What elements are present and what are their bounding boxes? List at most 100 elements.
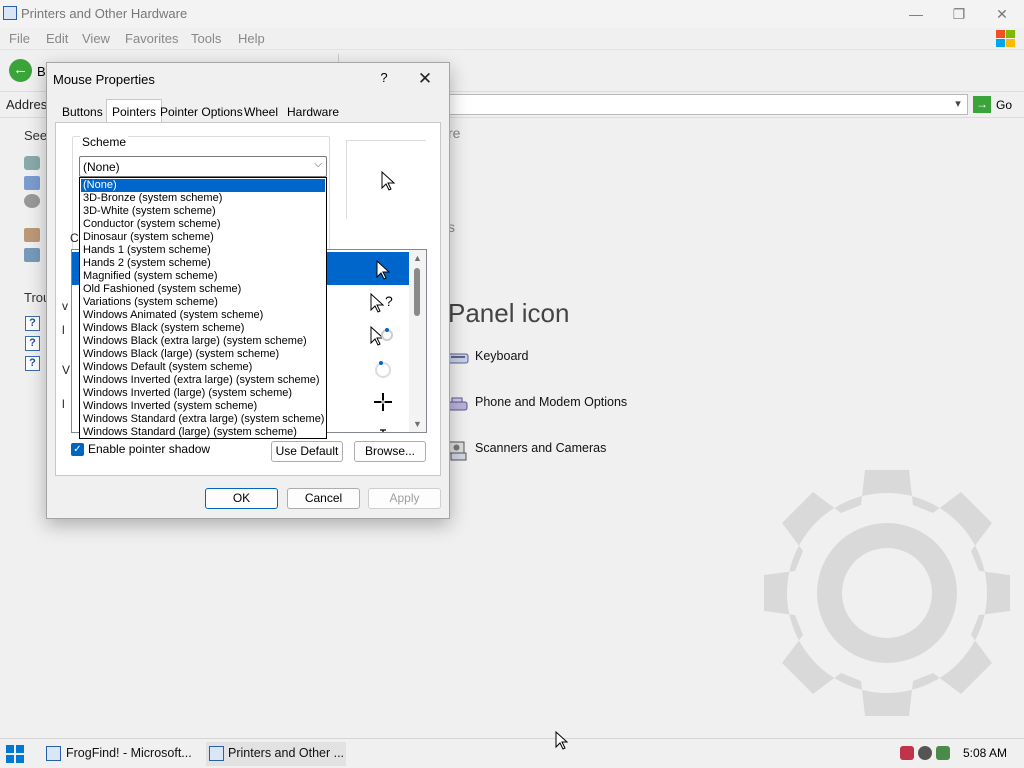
menu-favorites[interactable]: Favorites — [125, 31, 178, 46]
list-label-fragment: v — [62, 299, 68, 313]
system-icon[interactable] — [24, 228, 40, 242]
phone-modem-item[interactable]: Phone and Modem Options — [447, 390, 647, 418]
taskbar-item-label: Printers and Other ... — [228, 746, 345, 760]
go-button[interactable]: Go — [996, 98, 1012, 112]
phone-modem-icon — [447, 394, 469, 412]
scheme-select[interactable]: (None) ⌵ — [79, 156, 327, 177]
keyboard-item[interactable]: Keyboard — [447, 344, 587, 372]
hardware-tray-icon[interactable] — [936, 746, 950, 760]
restore-button[interactable]: ❐ — [944, 4, 974, 24]
tab-wheel[interactable]: Wheel — [239, 102, 283, 122]
scheme-option[interactable]: Dinosaur (system scheme) — [81, 231, 325, 244]
scheme-option[interactable]: Conductor (system scheme) — [81, 218, 325, 231]
mouse-pointer-icon — [555, 731, 569, 750]
crosshair-cursor-icon — [374, 393, 392, 411]
tab-pointers[interactable]: Pointers — [106, 99, 163, 123]
taskbar-item-printers[interactable]: Printers and Other ... — [206, 742, 346, 766]
list-label-fragment: l — [62, 397, 65, 411]
cursor-list-scrollbar[interactable]: ▲ ▼ — [409, 250, 426, 432]
scheme-option[interactable]: Windows Inverted (system scheme) — [81, 400, 325, 413]
scroll-up-icon[interactable]: ▲ — [413, 253, 422, 263]
scheme-option[interactable]: Windows Default (system scheme) — [81, 361, 325, 374]
chevron-down-icon[interactable]: ⌵ — [314, 159, 322, 170]
taskbar-item-label: FrogFind! - Microsoft... — [66, 746, 192, 760]
scheme-option[interactable]: Variations (system scheme) — [81, 296, 325, 309]
apply-button[interactable]: Apply — [368, 488, 441, 509]
network-tray-icon[interactable] — [918, 746, 932, 760]
menu-view[interactable]: View — [82, 31, 110, 46]
taskbar-clock[interactable]: 5:08 AM — [963, 746, 1007, 760]
back-arrow-icon[interactable]: ← — [9, 59, 32, 82]
menu-help[interactable]: Help — [238, 31, 265, 46]
scheme-option[interactable]: Windows Standard (large) (system scheme) — [81, 426, 325, 438]
tab-buttons[interactable]: Buttons — [57, 102, 108, 122]
help-icon[interactable]: ? — [25, 356, 40, 371]
security-shield-icon[interactable] — [900, 746, 914, 760]
scheme-option[interactable]: Windows Animated (system scheme) — [81, 309, 325, 322]
help-icon[interactable]: ? — [25, 336, 40, 351]
close-window-button[interactable]: ✕ — [987, 4, 1017, 24]
phone-modem-label: Phone and Modem Options — [475, 395, 628, 409]
scheme-option[interactable]: Windows Black (system scheme) — [81, 322, 325, 335]
scheme-option[interactable]: Windows Standard (extra large) (system s… — [81, 413, 325, 426]
scrollbar-thumb[interactable] — [414, 268, 420, 316]
scheme-option[interactable]: Windows Black (large) (system scheme) — [81, 348, 325, 361]
display-icon[interactable] — [24, 248, 40, 262]
taskbar-item-frogfind[interactable]: FrogFind! - Microsoft... — [46, 742, 196, 766]
help-cursor-icon: ? — [370, 292, 393, 313]
see-also-heading: See — [24, 128, 48, 143]
scheme-option[interactable]: Windows Inverted (extra large) (system s… — [81, 374, 325, 387]
scheme-option[interactable]: 3D-White (system scheme) — [81, 205, 325, 218]
scheme-option[interactable]: Hands 2 (system scheme) — [81, 257, 325, 270]
address-input[interactable]: ▾ — [448, 94, 968, 115]
list-label-fragment: l — [62, 323, 65, 337]
use-default-button[interactable]: Use Default — [271, 441, 343, 462]
browser-window-icon — [46, 746, 61, 761]
scheme-option[interactable]: Windows Inverted (large) (system scheme) — [81, 387, 325, 400]
chevron-down-icon[interactable]: ▾ — [951, 96, 965, 113]
menu-tools[interactable]: Tools — [191, 31, 221, 46]
keyboard-label: Keyboard — [475, 349, 529, 363]
scanners-cameras-item[interactable]: Scanners and Cameras — [447, 436, 627, 464]
help-button[interactable]: ? — [377, 70, 391, 85]
menu-edit[interactable]: Edit — [46, 31, 68, 46]
minimize-button[interactable]: — — [901, 4, 931, 24]
tab-pointer-options[interactable]: Pointer Options — [155, 102, 248, 122]
scheme-option[interactable]: Hands 1 (system scheme) — [81, 244, 325, 257]
pointer-shadow-checkbox[interactable]: ✓ — [71, 443, 84, 456]
settings-gear-icon — [764, 470, 1010, 716]
busy-cursor-icon — [375, 361, 391, 378]
scheme-option[interactable]: Magnified (system scheme) — [81, 270, 325, 283]
pointer-shadow-label[interactable]: Enable pointer shadow — [88, 442, 210, 456]
menu-file[interactable]: File — [9, 31, 30, 46]
start-windows-icon[interactable] — [6, 745, 24, 763]
scheme-dropdown-list[interactable]: (None) 3D-Bronze (system scheme) 3D-White … — [79, 177, 327, 439]
tab-hardware[interactable]: Hardware — [282, 102, 344, 122]
scheme-option[interactable]: (None) — [81, 179, 325, 192]
sound-icon[interactable] — [24, 194, 40, 208]
ok-button[interactable]: OK — [205, 488, 278, 509]
network-icon[interactable] — [24, 156, 40, 170]
scanners-cameras-label: Scanners and Cameras — [475, 441, 607, 455]
working-background-cursor-icon — [370, 325, 393, 346]
back-button-label[interactable]: B — [37, 64, 46, 79]
hardware-icon[interactable] — [24, 176, 40, 190]
window-titlebar: Printers and Other Hardware — ❐ ✕ — [0, 0, 1024, 28]
scheme-option[interactable]: 3D-Bronze (system scheme) — [81, 192, 325, 205]
go-arrow-icon[interactable]: → — [973, 96, 991, 113]
window-title: Printers and Other Hardware — [21, 6, 188, 21]
printer-folder-icon — [3, 6, 17, 20]
address-label: Addres — [6, 97, 48, 112]
svg-text:?: ? — [385, 293, 393, 309]
windows-flag-icon — [996, 30, 1016, 48]
text-cursor-icon — [380, 429, 386, 432]
help-icon[interactable]: ? — [25, 316, 40, 331]
browse-button[interactable]: Browse... — [354, 441, 426, 462]
scheme-option[interactable]: Windows Black (extra large) (system sche… — [81, 335, 325, 348]
menu-bar: File Edit View Favorites Tools Help — [0, 28, 1024, 50]
panel-icon-heading: Panel icon — [448, 298, 570, 328]
cancel-button[interactable]: Cancel — [287, 488, 360, 509]
scheme-option[interactable]: Old Fashioned (system scheme) — [81, 283, 325, 296]
dialog-close-button[interactable]: ✕ — [413, 67, 437, 91]
scroll-down-icon[interactable]: ▼ — [413, 419, 422, 429]
